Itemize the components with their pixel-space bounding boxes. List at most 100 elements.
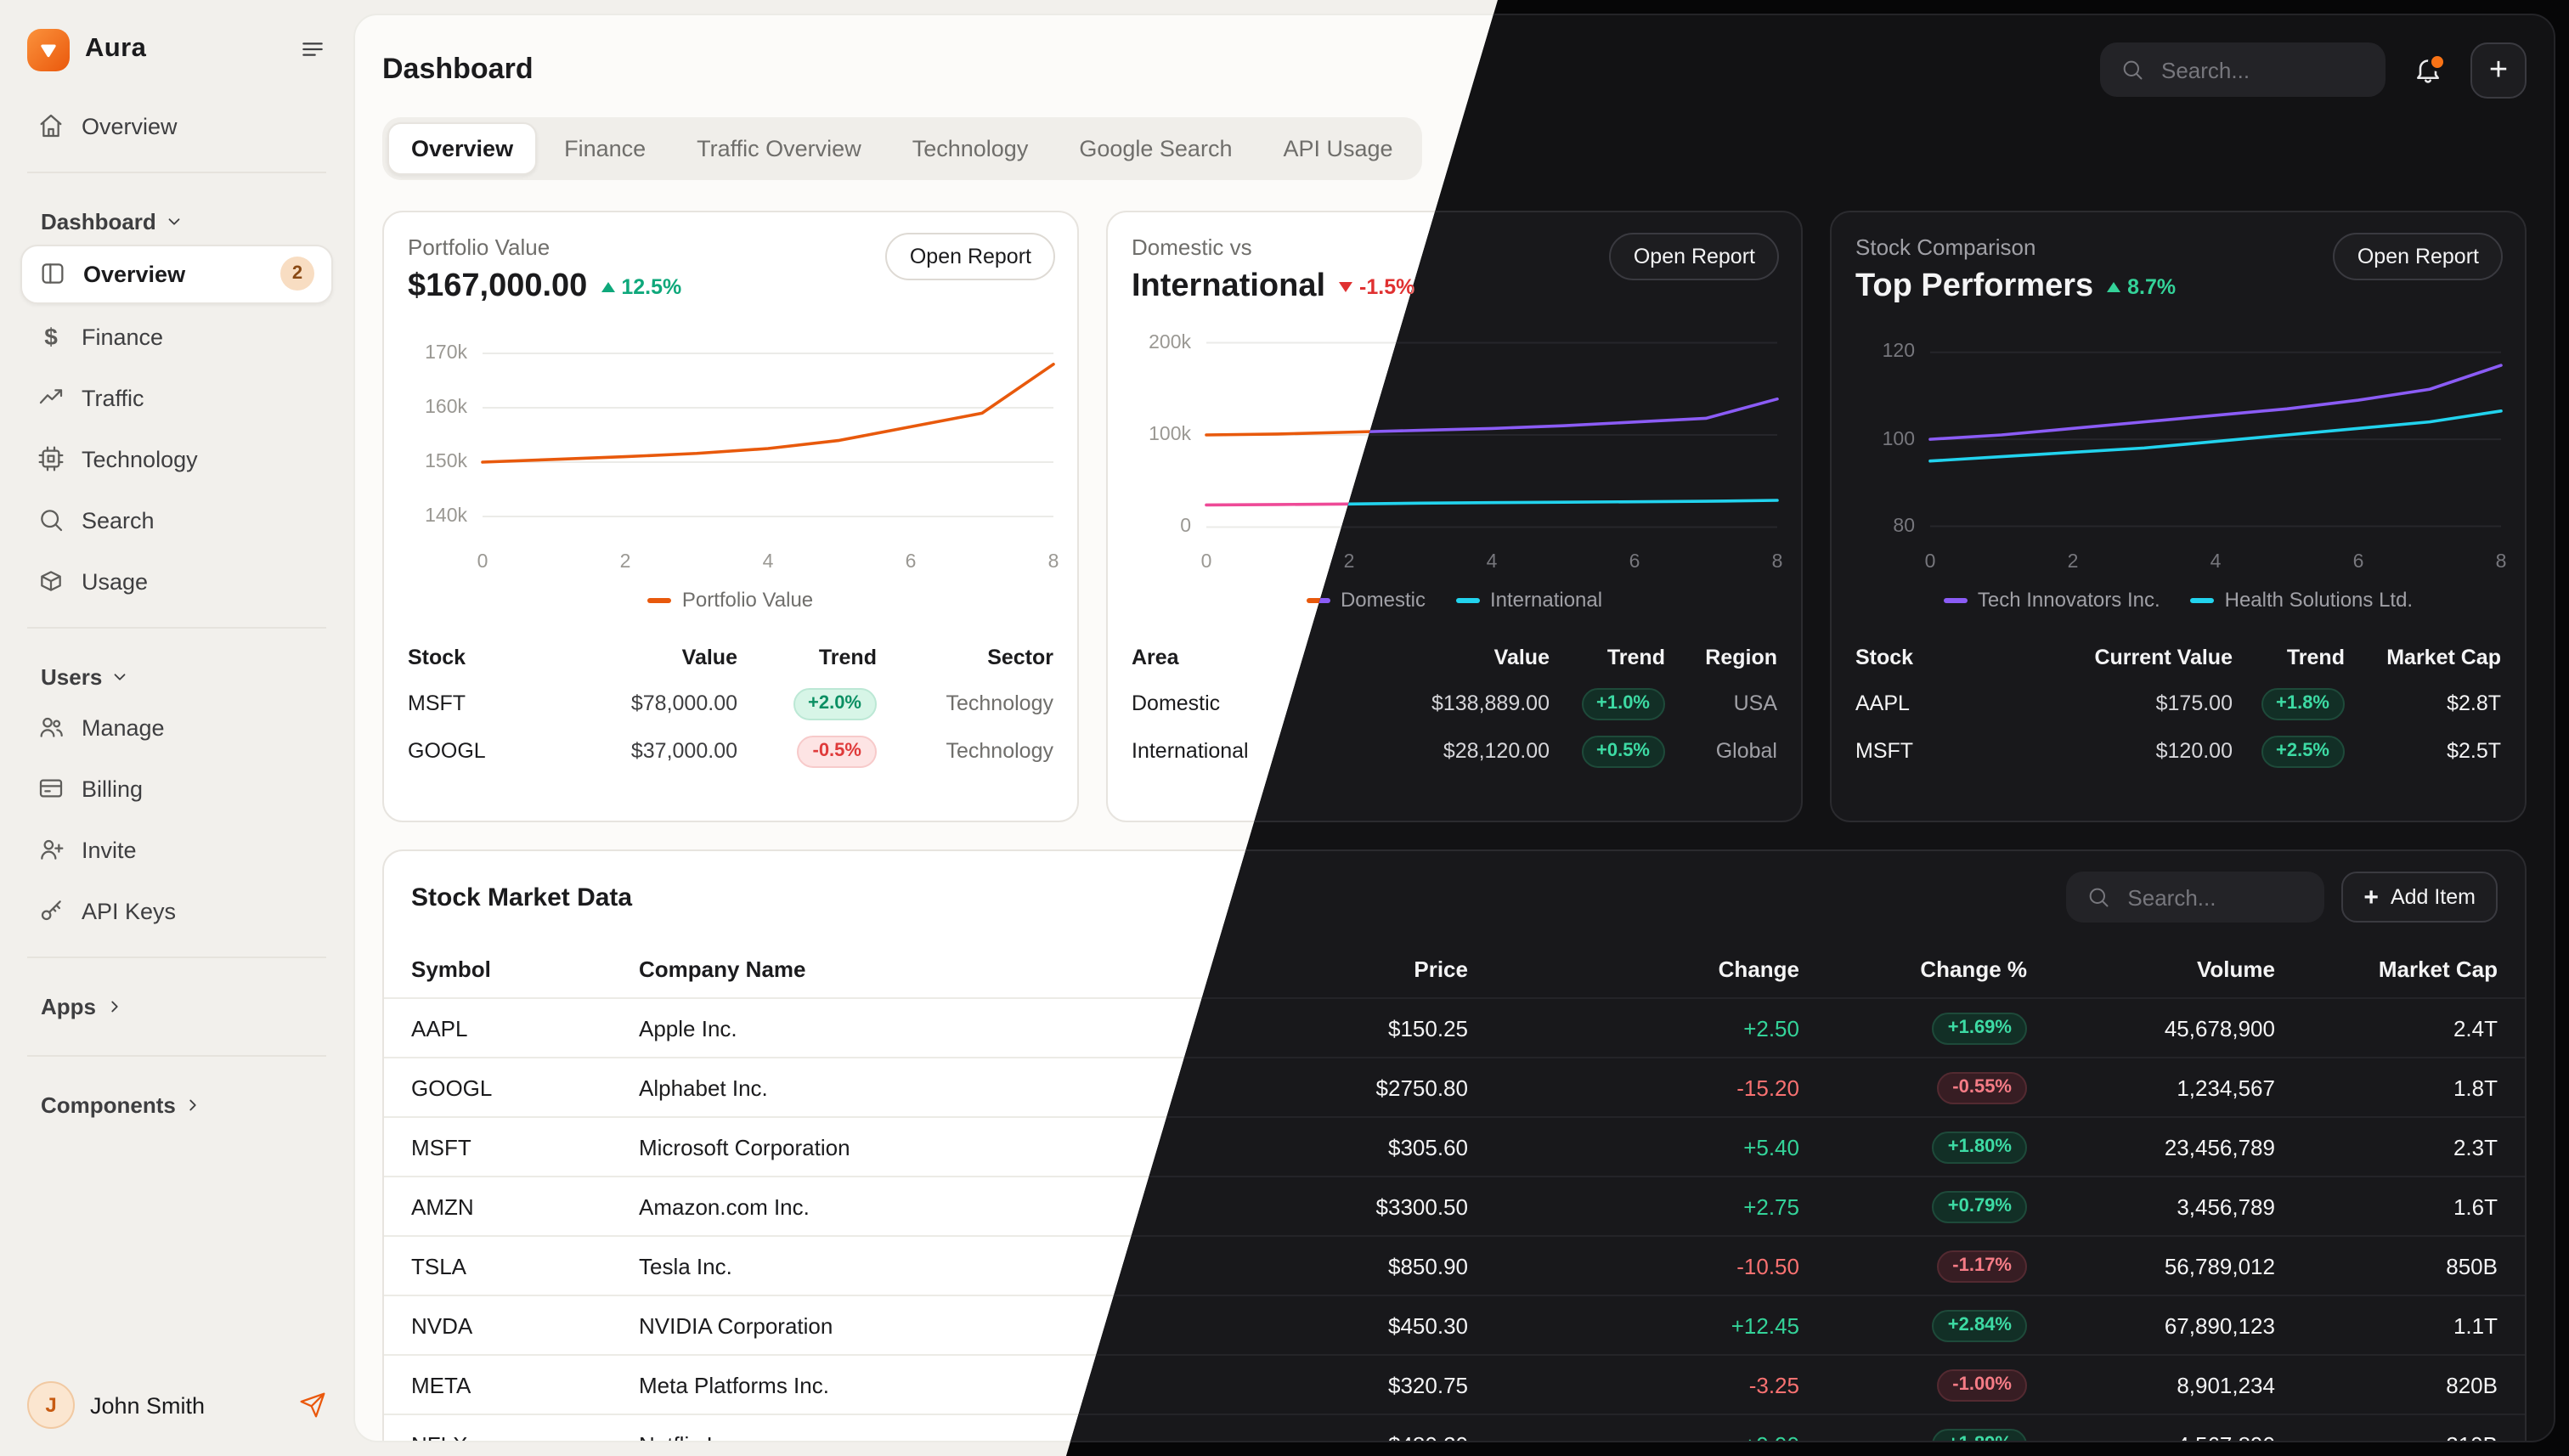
add-item-button[interactable]: + Add Item xyxy=(2341,872,2498,923)
cell-change-pct: +1.80% xyxy=(1799,1131,2027,1163)
change-badge: -0.55% xyxy=(1937,1071,2027,1103)
users-icon xyxy=(37,714,65,741)
sidebar-item-label: Invite xyxy=(82,837,137,862)
legend-swatch xyxy=(1456,597,1480,602)
card-table-header: StockValueTrendSector xyxy=(408,635,1053,680)
cell-volume: 1,234,567 xyxy=(2027,1075,2275,1100)
chevron-down-icon xyxy=(110,668,129,686)
legend-swatch xyxy=(2191,597,2215,602)
cell-symbol: TSLA xyxy=(411,1253,639,1278)
divider xyxy=(27,627,326,629)
search-input[interactable] xyxy=(2158,55,2365,84)
cell-change: -10.50 xyxy=(1468,1253,1799,1278)
sidebar-item-technology[interactable]: Technology xyxy=(20,431,333,487)
cell-volume: 56,789,012 xyxy=(2027,1253,2275,1278)
cell-price: $850.90 xyxy=(1213,1253,1468,1278)
legend-swatch xyxy=(648,597,672,602)
cell-price: $480.20 xyxy=(1213,1431,1468,1442)
card-table-row[interactable]: MSFT$78,000.00+2.0%Technology xyxy=(408,680,1053,727)
sidebar-item-search[interactable]: Search xyxy=(20,492,333,548)
sidebar-item-label: Overview xyxy=(83,261,185,286)
change-badge: +0.79% xyxy=(1933,1190,2027,1222)
cell-extra: Technology xyxy=(877,691,1053,715)
open-report-button[interactable]: Open Report xyxy=(2334,233,2503,280)
cell-change: +12.45 xyxy=(1468,1312,1799,1338)
cell-change-pct: +2.84% xyxy=(1799,1309,2027,1341)
cell-volume: 67,890,123 xyxy=(2027,1312,2275,1338)
x-axis-labels: 02468 xyxy=(483,544,1053,574)
tab-technology[interactable]: Technology xyxy=(889,122,1053,175)
avatar: J xyxy=(27,1381,75,1429)
tab-google-search[interactable]: Google Search xyxy=(1055,122,1256,175)
sidebar-section-users[interactable]: Users xyxy=(41,664,313,690)
sidebar-link-components[interactable]: Components xyxy=(41,1092,313,1118)
send-icon[interactable] xyxy=(299,1391,326,1419)
add-button[interactable]: + xyxy=(2470,42,2527,98)
cell-value: $120.00 xyxy=(2035,739,2233,763)
cell-trend: +2.5% xyxy=(2233,735,2345,767)
sidebar-item-label: Overview xyxy=(82,113,178,138)
sidebar-item-label: Billing xyxy=(82,776,143,801)
table-title: Stock Market Data xyxy=(411,883,632,911)
card-table-row[interactable]: GOOGL$37,000.00-0.5%Technology xyxy=(408,727,1053,775)
sidebar-item-label: API Keys xyxy=(82,898,176,923)
trend-badge: -0.5% xyxy=(798,735,878,767)
hamburger-menu-icon[interactable] xyxy=(299,36,326,63)
sidebar-item-billing[interactable]: Billing xyxy=(20,760,333,816)
sidebar-item-usage[interactable]: Usage xyxy=(20,553,333,609)
cell-change: +2.75 xyxy=(1468,1194,1799,1219)
sidebar-item-manage[interactable]: Manage xyxy=(20,699,333,755)
divider xyxy=(27,172,326,173)
card-table: StockCurrent ValueTrendMarket CapAAPL$17… xyxy=(1855,635,2501,775)
trend-up-icon xyxy=(2107,282,2120,292)
tab-api-usage[interactable]: API Usage xyxy=(1259,122,1416,175)
trend-badge: +2.0% xyxy=(793,687,877,720)
sidebar-item-label: Manage xyxy=(82,714,165,740)
sidebar-link-apps[interactable]: Apps xyxy=(41,994,313,1019)
cell-symbol: GOOGL xyxy=(411,1075,639,1100)
brand-name: Aura xyxy=(85,34,146,65)
sidebar-item-invite[interactable]: Invite xyxy=(20,821,333,878)
tab-overview[interactable]: Overview xyxy=(387,122,537,175)
cell-extra: USA xyxy=(1665,691,1777,715)
cell-extra: $2.5T xyxy=(2345,739,2501,763)
cell-trend: +1.0% xyxy=(1550,687,1665,720)
sidebar-item-traffic[interactable]: Traffic xyxy=(20,370,333,426)
cell-change-pct: -1.00% xyxy=(1799,1369,2027,1401)
cell-volume: 23,456,789 xyxy=(2027,1134,2275,1160)
sidebar-item-overview[interactable]: Overview 2 xyxy=(20,244,333,303)
table-search-input[interactable] xyxy=(2124,883,2304,911)
sidebar-item-label: Search xyxy=(82,507,155,533)
notifications-button[interactable] xyxy=(2413,54,2443,85)
cell-volume: 3,456,789 xyxy=(2027,1194,2275,1219)
cell-symbol: NVDA xyxy=(411,1312,639,1338)
cell-marketcap: 1.1T xyxy=(2275,1312,2498,1338)
cell-price: $450.30 xyxy=(1213,1312,1468,1338)
sidebar-item-api-keys[interactable]: API Keys xyxy=(20,883,333,939)
sidebar-item-overview-top[interactable]: Overview xyxy=(20,98,333,154)
delta-badge: -1.5% xyxy=(1339,275,1414,299)
cell-trend: +1.8% xyxy=(2233,687,2345,720)
sidebar-item-label: Traffic xyxy=(82,385,144,410)
search-icon xyxy=(37,506,65,533)
sidebar-item-finance[interactable]: $ Finance xyxy=(20,308,333,364)
card-table-row[interactable]: AAPL$175.00+1.8%$2.8T xyxy=(1855,680,2501,727)
open-report-button[interactable]: Open Report xyxy=(886,233,1055,280)
legend-item: Portfolio Value xyxy=(648,588,813,612)
cell-volume: 8,901,234 xyxy=(2027,1372,2275,1397)
trend-down-icon xyxy=(1339,282,1352,292)
tab-traffic-overview[interactable]: Traffic Overview xyxy=(673,122,885,175)
sidebar-section-dashboard[interactable]: Dashboard xyxy=(41,209,313,234)
brand: Aura xyxy=(0,24,353,75)
tab-finance[interactable]: Finance xyxy=(540,122,669,175)
user-profile[interactable]: J John Smith xyxy=(0,1357,353,1456)
cell-marketcap: 210B xyxy=(2275,1431,2498,1442)
change-badge: +1.80% xyxy=(1933,1131,2027,1163)
card-table-row[interactable]: MSFT$120.00+2.5%$2.5T xyxy=(1855,727,2501,775)
legend-item: Health Solutions Ltd. xyxy=(2191,588,2414,612)
trend-badge: +2.5% xyxy=(2261,735,2345,767)
sidebar: Aura Overview Dashboard Overview 2 $ Fin… xyxy=(0,0,353,1456)
legend-item: Domestic xyxy=(1307,588,1426,612)
open-report-button[interactable]: Open Report xyxy=(1610,233,1779,280)
cell-change-pct: -1.17% xyxy=(1799,1250,2027,1282)
